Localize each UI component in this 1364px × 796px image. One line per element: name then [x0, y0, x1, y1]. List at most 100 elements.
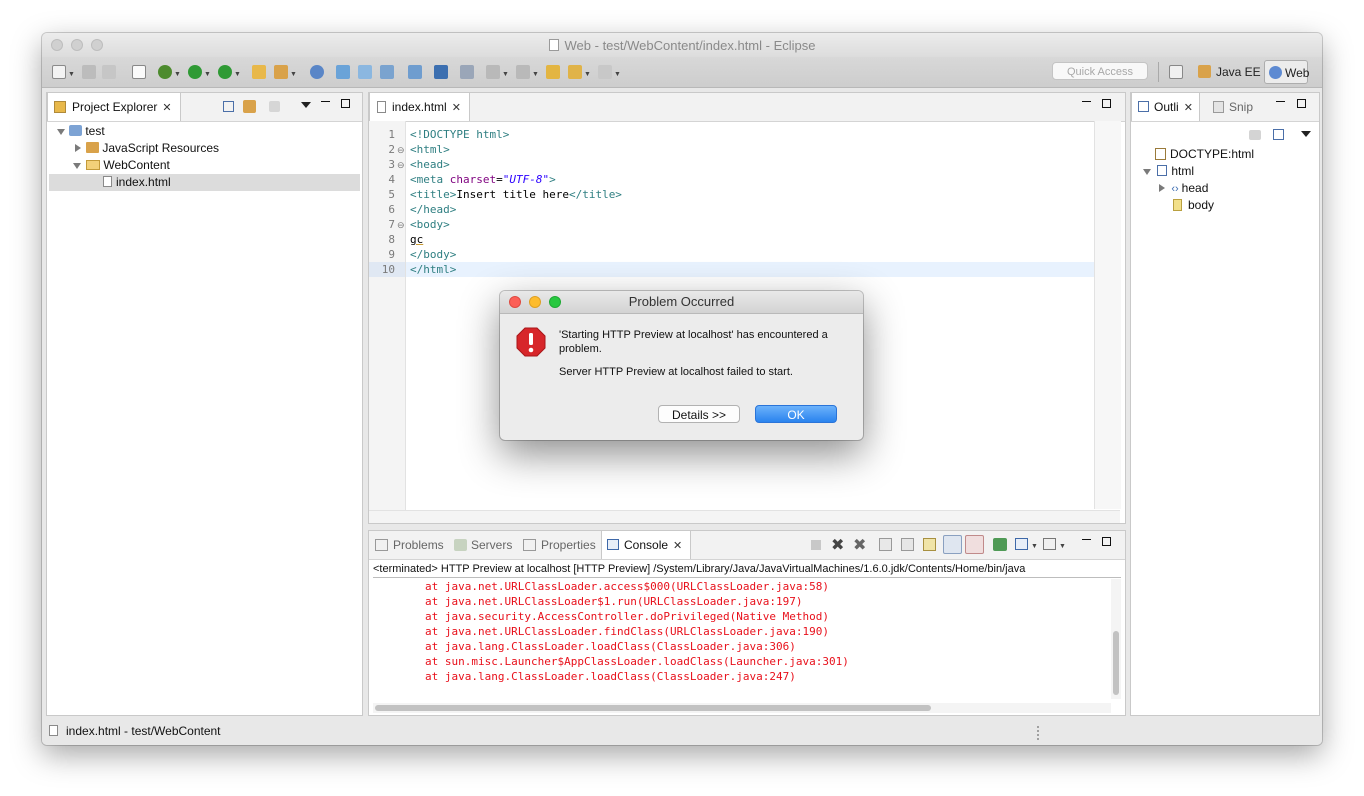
chevron-down-icon[interactable]: ▼ [532, 71, 539, 78]
dialog-minimize-button[interactable] [529, 296, 541, 308]
chevron-down-icon[interactable]: ▼ [174, 71, 181, 78]
code-line[interactable]: </html> [410, 262, 456, 277]
collapse-all-icon[interactable] [223, 101, 234, 112]
view-menu-icon[interactable] [1301, 131, 1311, 137]
details-button[interactable]: Details >> [658, 405, 740, 423]
save-all-icon[interactable] [102, 65, 116, 79]
clear-console-icon[interactable] [879, 538, 892, 551]
editor-horizontal-scrollbar[interactable] [369, 510, 1120, 523]
toggle-mark-icon[interactable] [460, 65, 474, 79]
tree-item-javascript-resources[interactable]: JavaScript Resources [75, 140, 219, 157]
new-icon[interactable] [52, 65, 66, 79]
fold-icon[interactable]: ⊖ [397, 220, 405, 231]
chevron-down-icon[interactable]: ▼ [584, 71, 591, 78]
minimize-icon[interactable] [321, 101, 330, 102]
remove-all-icon[interactable]: ✖ [853, 535, 866, 555]
code-line[interactable]: <body> [410, 217, 450, 232]
chevron-down-icon[interactable] [1143, 169, 1151, 175]
code-line[interactable]: <html> [410, 142, 450, 157]
open-task-icon[interactable] [434, 65, 448, 79]
open-type-icon[interactable] [408, 65, 422, 79]
fold-icon[interactable]: ⊖ [397, 160, 405, 171]
chevron-down-icon[interactable]: ▼ [502, 71, 509, 78]
chevron-down-icon[interactable]: ▼ [1031, 543, 1038, 550]
chevron-down-icon[interactable]: ▼ [290, 71, 297, 78]
dialog-zoom-button[interactable] [549, 296, 561, 308]
maximize-icon[interactable] [1102, 99, 1111, 108]
close-icon[interactable]: ✕ [1184, 102, 1193, 114]
open-folder-icon[interactable] [252, 65, 266, 79]
chevron-down-icon[interactable]: ▼ [1059, 543, 1066, 550]
pin-console-icon[interactable] [993, 538, 1007, 551]
code-line[interactable]: <meta charset="UTF-8"> [410, 172, 556, 187]
chevron-down-icon[interactable]: ▼ [614, 71, 621, 78]
show-stdout-icon[interactable] [943, 535, 962, 554]
new-package-icon[interactable] [358, 65, 372, 79]
globe-icon[interactable] [310, 65, 324, 79]
filter-icon[interactable] [269, 101, 280, 112]
minimize-icon[interactable] [1276, 101, 1285, 102]
code-line[interactable]: <head> [410, 157, 450, 172]
back-icon[interactable] [568, 65, 582, 79]
next-annotation-icon[interactable] [486, 65, 500, 79]
tab-snippets[interactable]: Snip [1211, 93, 1259, 121]
link-with-editor-icon[interactable] [243, 100, 256, 113]
tab-outline[interactable]: Outli ✕ [1131, 93, 1200, 121]
chevron-down-icon[interactable]: ▼ [234, 71, 241, 78]
minimize-icon[interactable] [1082, 101, 1091, 102]
run-icon[interactable] [188, 65, 202, 79]
tree-item-index-html[interactable]: index.html [49, 174, 360, 191]
maximize-icon[interactable] [1102, 537, 1111, 546]
scroll-lock-icon[interactable] [901, 538, 914, 551]
maximize-icon[interactable] [341, 99, 350, 108]
code-line[interactable]: gc [410, 232, 423, 247]
console-horizontal-thumb[interactable] [375, 705, 931, 711]
open-console-icon[interactable] [1043, 538, 1056, 550]
console-vertical-thumb[interactable] [1113, 631, 1119, 695]
tree-item-test[interactable]: test [57, 123, 105, 140]
wand-icon[interactable] [274, 65, 288, 79]
maximize-icon[interactable] [1297, 99, 1306, 108]
sort-icon[interactable] [1249, 130, 1261, 140]
word-wrap-icon[interactable] [923, 538, 936, 551]
chevron-down-icon[interactable]: ▼ [204, 71, 211, 78]
quick-access-field[interactable]: Quick Access [1052, 62, 1148, 80]
chevron-right-icon[interactable] [1159, 184, 1165, 192]
close-icon[interactable]: ✕ [452, 102, 461, 114]
new-file-icon[interactable] [380, 65, 394, 79]
minimize-icon[interactable] [1082, 539, 1091, 540]
perspective-web[interactable]: Web [1264, 60, 1309, 84]
terminate-icon[interactable] [811, 540, 821, 550]
view-menu-icon[interactable] [301, 102, 311, 108]
chevron-right-icon[interactable] [75, 144, 81, 152]
remove-launch-icon[interactable]: ✖ [831, 535, 844, 555]
code-line[interactable]: <title>Insert title here</title> [410, 187, 622, 202]
debug-icon[interactable] [158, 65, 172, 79]
outline-item-body[interactable]: body [1173, 197, 1214, 214]
last-edit-icon[interactable] [546, 65, 560, 79]
run-external-icon[interactable] [218, 65, 232, 79]
show-stderr-icon[interactable] [965, 535, 984, 554]
tab-servers[interactable]: Servers [453, 531, 512, 559]
close-icon[interactable]: ✕ [673, 540, 682, 552]
code-line[interactable]: </body> [410, 247, 456, 262]
chevron-down-icon[interactable] [57, 129, 65, 135]
chevron-down-icon[interactable] [73, 163, 81, 169]
tab-console[interactable]: Console ✕ [601, 531, 692, 559]
previous-annotation-icon[interactable] [516, 65, 530, 79]
save-icon[interactable] [82, 65, 96, 79]
tab-properties[interactable]: Properties [521, 531, 596, 559]
close-icon[interactable]: ✕ [162, 102, 171, 114]
perspective-java-ee[interactable]: Java EE [1198, 60, 1261, 84]
outline-item-html[interactable]: html [1143, 163, 1194, 180]
dialog-close-button[interactable] [509, 296, 521, 308]
binary-icon[interactable] [132, 65, 146, 79]
console-vertical-scrollbar[interactable] [1111, 579, 1121, 699]
console-horizontal-scrollbar[interactable] [373, 703, 1111, 713]
outline-item-doctype[interactable]: DOCTYPE:html [1155, 146, 1254, 163]
ok-button[interactable]: OK [755, 405, 837, 423]
tab-problems[interactable]: Problems [373, 531, 444, 559]
code-line[interactable]: <!DOCTYPE html> [410, 127, 509, 142]
chevron-down-icon[interactable]: ▼ [68, 71, 75, 78]
forward-icon[interactable] [598, 65, 612, 79]
